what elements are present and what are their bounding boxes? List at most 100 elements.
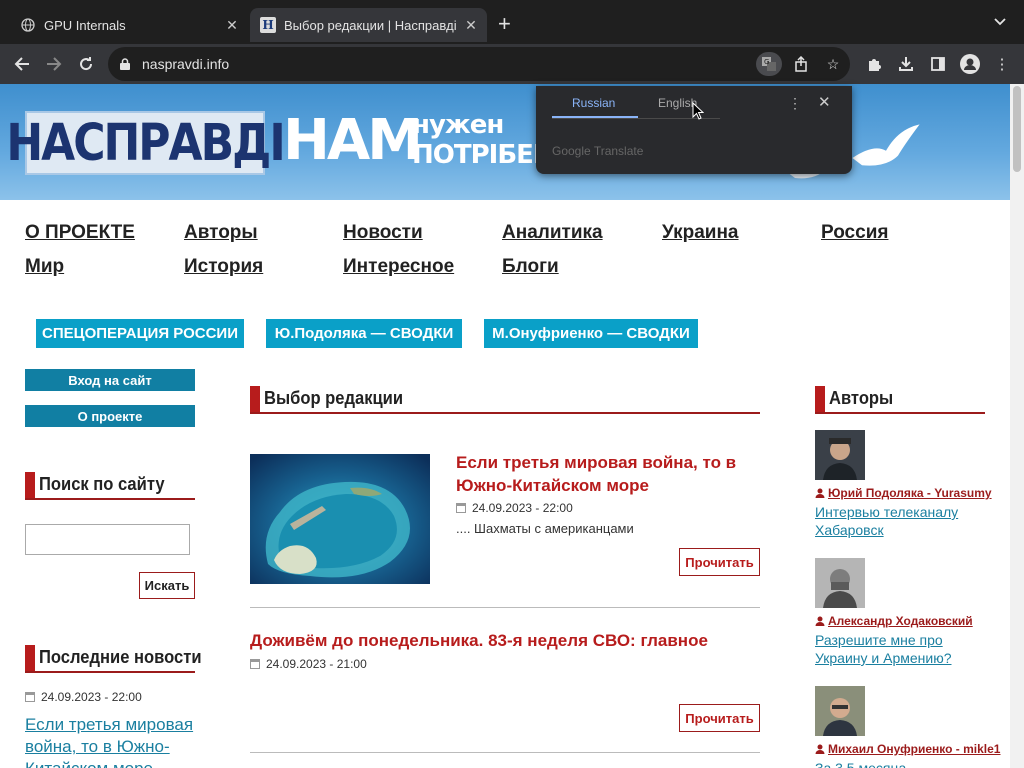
close-icon[interactable]: ✕ bbox=[461, 17, 481, 34]
nav-item-authors[interactable]: Авторы bbox=[184, 222, 258, 244]
nav-item-world[interactable]: Мир bbox=[25, 256, 64, 278]
nav-item-analytics[interactable]: Аналитика bbox=[502, 222, 603, 244]
editors-choice-section-title: Выбор редакции bbox=[250, 386, 760, 414]
calendar-icon bbox=[25, 692, 35, 702]
search-input[interactable] bbox=[25, 524, 190, 555]
web-page: НАСПРАВДІ НАМ нужен ПОТРІБЕН О ПРОЕКТЕ А… bbox=[0, 84, 1010, 768]
author-avatar[interactable] bbox=[815, 558, 865, 608]
profile-avatar-icon[interactable] bbox=[958, 52, 982, 76]
translate-popup: Russian English ⋮ ✕ Google Translate bbox=[536, 86, 852, 174]
bookmark-star-icon[interactable]: ☆ bbox=[820, 52, 846, 76]
latest-news-title-text: Последние новости bbox=[39, 647, 202, 667]
category-onufrienko-button[interactable]: М.Онуфриенко — СВОДКИ bbox=[484, 319, 698, 348]
close-icon[interactable]: ✕ bbox=[818, 93, 831, 111]
title-bar bbox=[815, 386, 825, 412]
lock-icon[interactable] bbox=[120, 57, 130, 70]
article-date-text: 24.09.2023 - 22:00 bbox=[472, 501, 573, 515]
scroll-thumb[interactable] bbox=[1013, 86, 1021, 172]
nav-item-blogs[interactable]: Блоги bbox=[502, 256, 559, 278]
person-icon bbox=[815, 616, 825, 626]
person-icon bbox=[815, 744, 825, 754]
divider bbox=[250, 607, 760, 608]
tab-naspravdi[interactable]: H Выбор редакции | Насправді ✕ bbox=[250, 8, 487, 42]
author-post-link[interactable]: За 3,5 месяца... bbox=[815, 759, 985, 768]
author-name-text: Михаил Онуфриенко - mikle1 bbox=[828, 742, 1001, 756]
author-name-link[interactable]: Александр Ходаковский bbox=[815, 614, 973, 628]
title-bar bbox=[25, 645, 35, 671]
author-name-text: Александр Ходаковский bbox=[828, 614, 973, 628]
tab-bar: GPU Internals ✕ H Выбор редакции | Наспр… bbox=[0, 0, 1024, 46]
chevron-down-icon[interactable] bbox=[994, 15, 1006, 29]
nav-item-history[interactable]: История bbox=[184, 256, 263, 278]
article-image-island[interactable] bbox=[250, 454, 430, 584]
tab-title: GPU Internals bbox=[44, 17, 126, 33]
author-post-link[interactable]: Разрешите мне про Украину и Армению? bbox=[815, 631, 985, 667]
site-favicon-icon: H bbox=[260, 17, 276, 33]
login-button[interactable]: Вход на сайт bbox=[25, 369, 195, 391]
google-translate-brand: Google Translate bbox=[552, 144, 644, 158]
dove-icon bbox=[852, 124, 920, 166]
logo-text: НАСПРАВДІ bbox=[6, 113, 285, 173]
active-tab-indicator bbox=[552, 116, 638, 118]
site-banner: НАСПРАВДІ НАМ нужен ПОТРІБЕН bbox=[0, 84, 1010, 200]
read-button[interactable]: Прочитать bbox=[679, 704, 760, 732]
new-tab-plus-icon[interactable]: + bbox=[498, 13, 511, 35]
kebab-menu-icon[interactable]: ⋮ bbox=[788, 95, 802, 112]
side-panel-icon[interactable] bbox=[926, 52, 950, 76]
nav-item-ukraine[interactable]: Украина bbox=[662, 222, 739, 244]
close-icon[interactable]: ✕ bbox=[222, 17, 242, 34]
source-language-tab[interactable]: Russian bbox=[572, 96, 615, 110]
title-bar bbox=[250, 386, 260, 412]
news-date-text: 24.09.2023 - 22:00 bbox=[41, 690, 142, 704]
download-icon[interactable] bbox=[894, 52, 918, 76]
author-avatar[interactable] bbox=[815, 430, 865, 480]
author-name-link[interactable]: Михаил Онуфриенко - mikle1 bbox=[815, 742, 1000, 756]
search-button[interactable]: Искать bbox=[139, 572, 195, 599]
nav-item-russia[interactable]: Россия bbox=[821, 222, 888, 244]
kebab-menu-icon[interactable]: ⋮ bbox=[990, 52, 1014, 76]
slogan-big: НАМ bbox=[283, 108, 423, 173]
editors-choice-title-text: Выбор редакции bbox=[264, 388, 404, 408]
category-special-operation-button[interactable]: СПЕЦОПЕРАЦИЯ РОССИИ bbox=[36, 319, 244, 348]
article-title-link[interactable]: Если третья мировая война, то в Южно-Кит… bbox=[456, 451, 746, 497]
extensions-puzzle-icon[interactable] bbox=[862, 52, 886, 76]
nav-item-about[interactable]: О ПРОЕКТЕ bbox=[25, 222, 135, 244]
read-button[interactable]: Прочитать bbox=[679, 548, 760, 576]
nav-item-interesting[interactable]: Интересное bbox=[343, 256, 454, 278]
translate-icon[interactable]: G bbox=[756, 52, 782, 76]
site-logo[interactable]: НАСПРАВДІ bbox=[6, 111, 286, 175]
author-post-link[interactable]: Интервью телеканалу Хабаровск bbox=[815, 503, 985, 539]
person-icon bbox=[815, 488, 825, 498]
slogan-line-2: ПОТРІБЕН bbox=[412, 140, 555, 170]
tab-gpu-internals[interactable]: GPU Internals ✕ bbox=[8, 8, 248, 42]
author-name-text: Юрий Подоляка - Yurasumy bbox=[828, 486, 992, 500]
article-date: 24.09.2023 - 22:00 bbox=[456, 501, 573, 515]
forward-arrow-icon[interactable] bbox=[42, 52, 66, 76]
authors-title-text: Авторы bbox=[829, 388, 894, 408]
author-avatar[interactable] bbox=[815, 686, 865, 736]
share-icon[interactable] bbox=[788, 52, 814, 76]
globe-icon bbox=[20, 17, 36, 33]
article-title-link[interactable]: Доживём до понедельника. 83-я неделя СВО… bbox=[250, 629, 750, 652]
article-excerpt: .... Шахматы с американцами bbox=[456, 521, 634, 536]
calendar-icon bbox=[456, 503, 466, 513]
reload-icon[interactable] bbox=[74, 52, 98, 76]
nav-item-news[interactable]: Новости bbox=[343, 222, 423, 244]
category-podolyaka-button[interactable]: Ю.Подоляка — СВОДКИ bbox=[266, 319, 462, 348]
latest-news-link[interactable]: Если третья мировая война, то в Южно-Кит… bbox=[25, 714, 195, 768]
latest-news-section-title: Последние новости bbox=[25, 645, 202, 673]
news-date: 24.09.2023 - 22:00 bbox=[25, 690, 142, 704]
back-arrow-icon[interactable] bbox=[10, 52, 34, 76]
title-bar bbox=[25, 472, 35, 498]
slogan-small: нужен ПОТРІБЕН bbox=[412, 110, 555, 170]
calendar-icon bbox=[250, 659, 260, 669]
authors-section-title: Авторы bbox=[815, 386, 985, 414]
author-name-link[interactable]: Юрий Подоляка - Yurasumy bbox=[815, 486, 992, 500]
divider bbox=[250, 752, 760, 753]
article-date-text: 24.09.2023 - 21:00 bbox=[266, 657, 367, 671]
slogan-line-1: нужен bbox=[412, 110, 504, 140]
browser-toolbar: naspravdi.info G ☆ ⋮ bbox=[0, 44, 1024, 84]
address-bar[interactable]: naspravdi.info G ☆ bbox=[108, 47, 850, 81]
page-scrollbar[interactable] bbox=[1010, 84, 1024, 768]
about-button[interactable]: О проекте bbox=[25, 405, 195, 427]
